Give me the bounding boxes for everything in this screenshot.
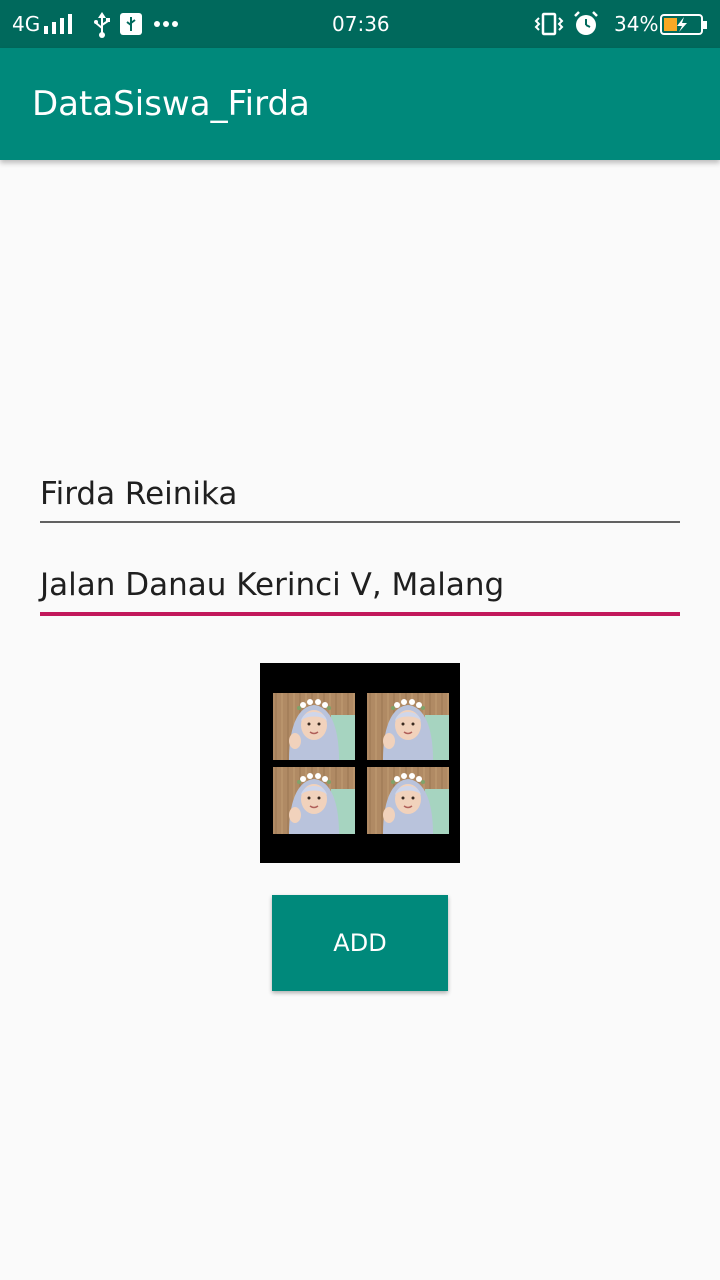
address-field-underline [40,612,680,616]
signal-icon [44,14,72,34]
status-time: 07:36 [332,12,390,36]
photo-tile [367,693,449,760]
alarm-icon [574,11,598,35]
photo-tile [273,693,355,760]
more-notifications-icon [154,21,178,27]
network-type: 4G [12,12,41,36]
name-field-underline [40,521,680,523]
battery-charging-icon [660,14,707,35]
address-field[interactable]: Jalan Danau Kerinci V, Malang [40,565,680,618]
name-field-value: Firda Reinika [40,476,238,512]
battery-percent: 34% [614,12,659,36]
usb-icon [94,12,110,38]
status-bar: 4G 07:36 34% [0,0,720,48]
add-button[interactable]: ADD [272,895,448,991]
app-title: DataSiswa_Firda [32,84,310,124]
photo-tile [273,767,355,834]
usb-debug-icon [120,13,142,35]
app-bar: DataSiswa_Firda [0,48,720,160]
photo-tile [367,767,449,834]
name-field[interactable]: Firda Reinika [40,474,680,524]
vibrate-icon [534,12,564,36]
student-photo[interactable] [260,663,460,863]
address-field-value: Jalan Danau Kerinci V, Malang [40,567,505,603]
